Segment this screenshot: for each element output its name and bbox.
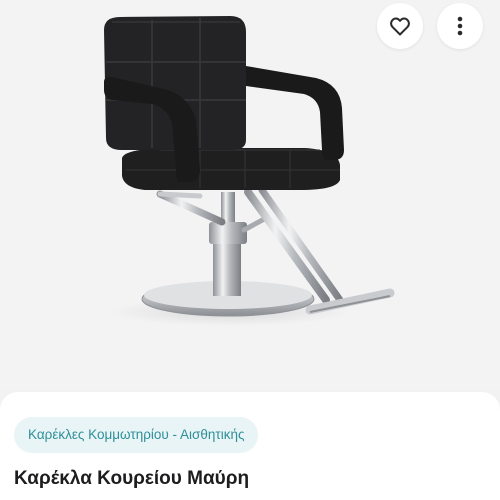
product-image	[104, 16, 395, 326]
product-image-area[interactable]	[0, 0, 500, 390]
product-title: Καρέκλα Κουρείου Μαύρη	[14, 468, 250, 489]
product-details-panel: Καρέκλες Κομμωτηρίου - Αισθητικής Καρέκλ…	[0, 392, 500, 500]
favorite-button[interactable]	[377, 3, 423, 49]
more-options-button[interactable]	[437, 3, 483, 49]
category-chip[interactable]: Καρέκλες Κομμωτηρίου - Αισθητικής	[14, 417, 259, 453]
vertical-dots-icon	[457, 16, 463, 36]
heart-outline-icon	[390, 17, 410, 36]
